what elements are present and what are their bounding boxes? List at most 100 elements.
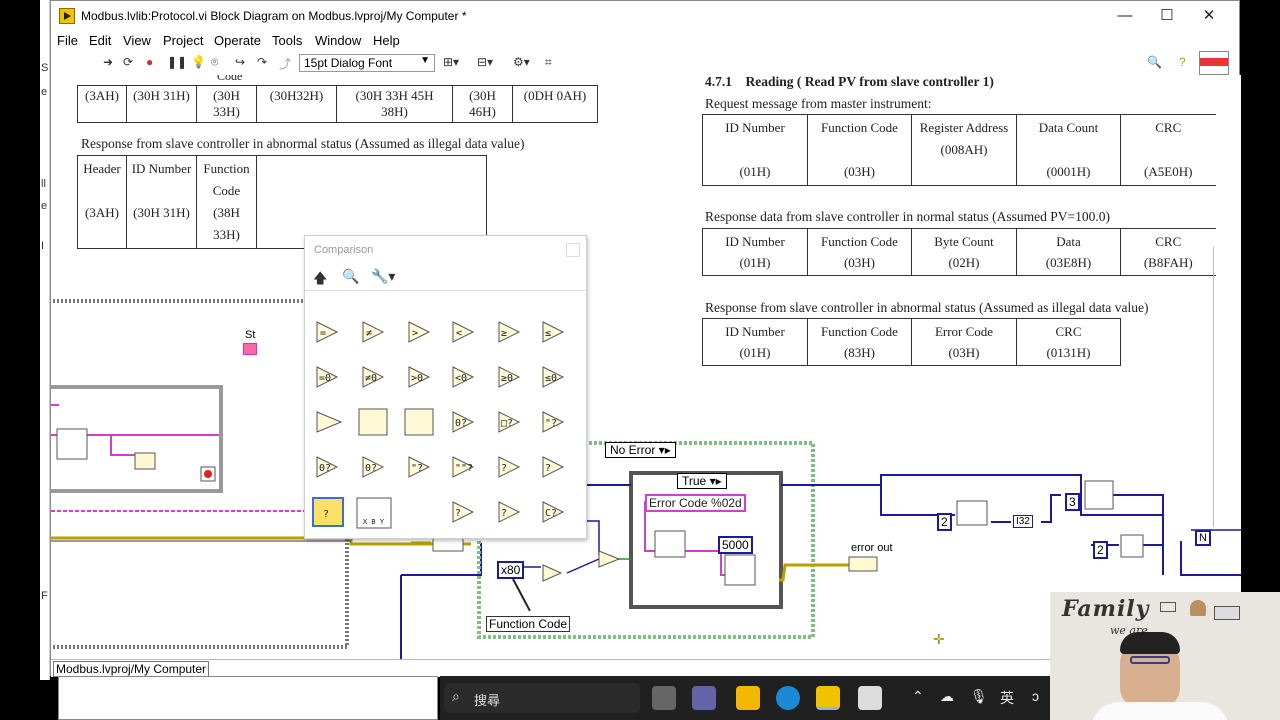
up-arrow-icon[interactable]: 🡅	[313, 268, 327, 292]
table-value: (01H)	[739, 255, 771, 270]
svg-text:?: ?	[323, 509, 329, 520]
table-value: (3AH)	[85, 205, 119, 220]
wrench-icon[interactable]: 🔧▾	[371, 268, 395, 285]
table-header: ID Number	[131, 161, 192, 176]
search-icon[interactable]: 🔍	[342, 268, 359, 285]
index-constant-3[interactable]: 3	[1065, 493, 1080, 511]
table-header: Data	[1056, 234, 1081, 249]
photo-frame-icon	[1214, 606, 1240, 620]
table-header: ID Number	[725, 120, 785, 135]
palette-divider	[305, 290, 586, 291]
cloud-icon[interactable]: ☁	[940, 688, 954, 705]
maximize-button[interactable]: ☐	[1145, 1, 1189, 31]
scrollbar[interactable]	[1213, 247, 1214, 527]
labview-app-icon	[59, 8, 75, 24]
context-help-icon[interactable]: ?	[1179, 55, 1186, 69]
person-shirt	[1090, 702, 1230, 720]
table-header: CRC	[1155, 234, 1182, 249]
edge-icon[interactable]	[776, 686, 800, 710]
menu-file[interactable]: File	[57, 33, 78, 48]
table-cell: ID Number (01H)	[702, 228, 808, 276]
table-cell: Function Code (83H)	[807, 318, 912, 366]
svg-text:=0: =0	[319, 373, 331, 384]
normal-response-table: ID Number (01H) Function Code (03H) Byte C…	[702, 228, 1216, 276]
svg-text:?: ?	[455, 508, 461, 519]
state-label: St	[245, 329, 256, 341]
pause-icon[interactable]: ❚❚	[167, 55, 187, 69]
run-continuously-icon[interactable]: ⟳	[123, 55, 133, 69]
teams-icon[interactable]	[692, 686, 716, 710]
menu-operate[interactable]: Operate	[214, 33, 261, 48]
menu-project[interactable]: Project	[163, 33, 203, 48]
reorder-icon[interactable]: ⚙▾	[513, 55, 530, 69]
task-view-icon[interactable]	[652, 686, 676, 710]
file-explorer-icon[interactable]	[736, 686, 760, 710]
index-constant-2[interactable]: 2	[937, 513, 952, 531]
cursor-crosshair-icon: ✛	[933, 631, 945, 647]
table-cell: CRC (A5E0H)	[1120, 114, 1216, 186]
left-abnormal-title: Response from slave controller in abnorm…	[81, 136, 525, 151]
svg-text:0?: 0?	[365, 463, 377, 474]
vi-icon[interactable]	[1199, 51, 1229, 75]
hex-constant-x80[interactable]: x80	[497, 561, 525, 579]
case-selector-true[interactable]: True ▾▸	[677, 473, 727, 489]
table-value: (0131H)	[1046, 345, 1091, 360]
clean-up-diagram-icon[interactable]: ⌗	[545, 55, 552, 70]
normal-response-title: Response data from slave controller in n…	[705, 209, 1111, 224]
microphone-icon[interactable]: 🎙	[970, 688, 988, 705]
loop-count-terminal[interactable]: N	[1195, 530, 1211, 546]
font-select[interactable]: 15pt Dialog Font ▼	[299, 54, 435, 72]
run-arrow-icon[interactable]: ➜	[103, 55, 113, 69]
timeout-constant-5000[interactable]: 5000	[718, 536, 753, 554]
labview-project-icon[interactable]	[858, 686, 882, 710]
highlight-execution-icon[interactable]: 💡	[191, 55, 206, 69]
distribute-objects-icon[interactable]: ⊟▾	[477, 55, 493, 69]
minimize-button[interactable]: —	[1103, 1, 1147, 31]
screen-border-left	[0, 0, 40, 720]
state-enum-constant[interactable]	[243, 343, 257, 355]
svg-text:?: ?	[501, 508, 507, 519]
table-header: Function Code	[203, 161, 250, 198]
table-cell: (0DH 0AH)	[512, 85, 598, 123]
retain-wire-values-icon[interactable]: ⌾	[211, 55, 218, 70]
svg-text:≤0: ≤0	[545, 373, 557, 384]
table-header: Function Code	[821, 324, 898, 339]
menu-edit[interactable]: Edit	[89, 33, 111, 48]
labview-taskbar-icon[interactable]	[816, 686, 840, 710]
align-objects-icon[interactable]: ⊞▾	[443, 55, 459, 69]
table-header: Function Code	[821, 120, 898, 135]
close-button[interactable]: ✕	[1187, 1, 1231, 31]
menu-help[interactable]: Help	[373, 33, 400, 48]
function-code-label: Function Code	[486, 616, 571, 632]
block-diagram-canvas[interactable]: Code (3AH) (30H 31H) (30H 33H) (30H32H) …	[51, 75, 1241, 675]
step-into-icon[interactable]: ↪	[235, 55, 245, 69]
section-heading: 4.7.1 Reading ( Read PV from slave contr…	[705, 75, 994, 90]
step-over-icon[interactable]: ↷	[257, 55, 267, 69]
menu-window[interactable]: Window	[315, 33, 361, 48]
menu-view[interactable]: View	[123, 33, 151, 48]
index-constant-2b[interactable]: 2	[1093, 541, 1108, 559]
case-selector-no-error[interactable]: No Error ▾▸	[605, 442, 676, 458]
table-cell: (30H 33H 45H 38H)	[336, 85, 453, 123]
search-icon[interactable]: 🔍	[1147, 55, 1162, 69]
step-out-icon[interactable]: ⤴	[279, 55, 291, 72]
table-header: Data Count	[1038, 120, 1099, 135]
house-decor-icon	[1190, 600, 1206, 616]
project-path: Modbus.lvproj/My Computer	[53, 661, 210, 677]
table-cell: Byte Count (02H)	[911, 228, 1017, 276]
error-format-string-constant[interactable]: Error Code %02d	[645, 494, 746, 512]
i32-conversion[interactable]: I32	[1013, 515, 1033, 528]
chevron-up-icon[interactable]: ⌃	[912, 688, 924, 705]
ime-mode-icon[interactable]: ↄ	[1032, 688, 1039, 704]
ime-indicator[interactable]: 英	[1000, 688, 1014, 708]
abort-icon[interactable]: ●	[146, 55, 153, 69]
menu-tools[interactable]: Tools	[272, 33, 302, 48]
background-window-strip: Se ll e I F	[40, 0, 50, 680]
labview-block-diagram-window: Modbus.lvlib:Protocol.vi Block Diagram o…	[50, 0, 1241, 677]
table-cell: Function Code (03H)	[807, 114, 912, 186]
palette-pin-icon[interactable]	[566, 243, 580, 257]
left-table-code-text: Code	[217, 75, 243, 83]
taskbar-search[interactable]: ⌕ 搜尋	[444, 683, 640, 713]
search-icon: ⌕	[452, 688, 460, 704]
svg-text:"?: "?	[411, 463, 423, 474]
